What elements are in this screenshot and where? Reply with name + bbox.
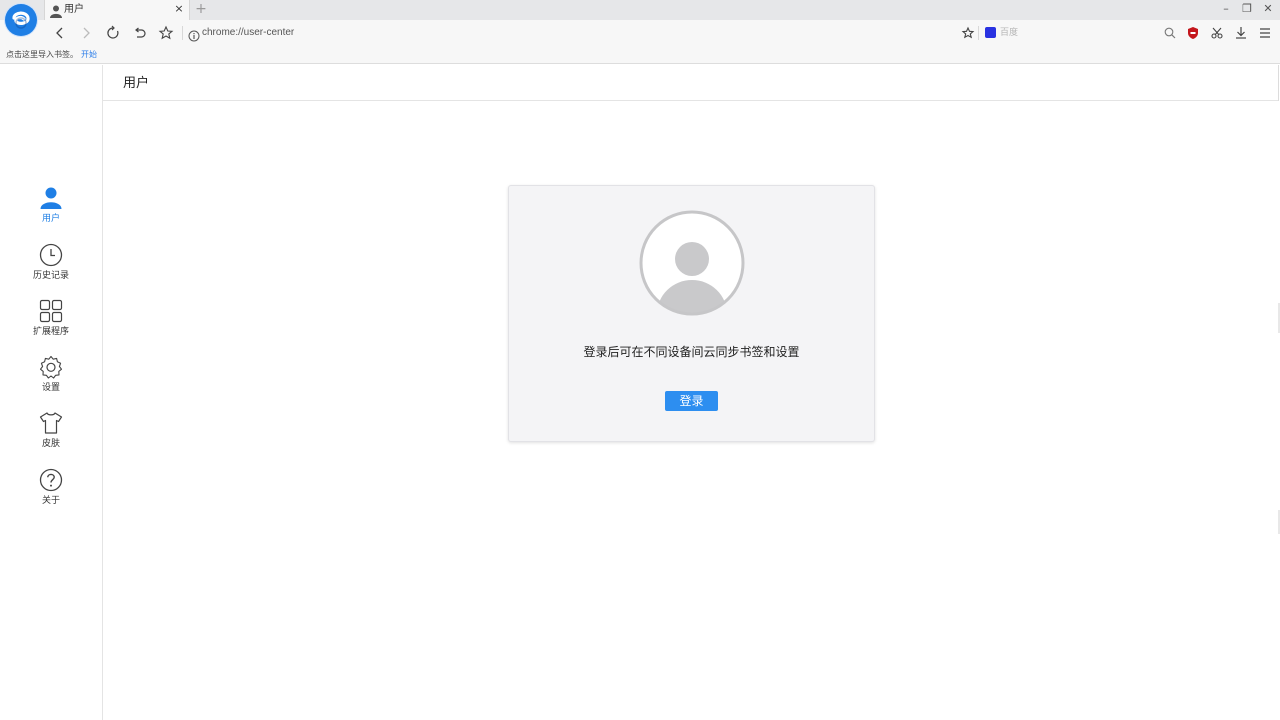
sidebar-item-label: 关于: [41, 496, 60, 506]
star-icon: [961, 26, 975, 39]
search-icon: [1164, 27, 1176, 39]
tab-strip: [0, 0, 1280, 20]
screenshot-button[interactable]: [1208, 24, 1226, 42]
sidebar-item-label: 历史记录: [32, 271, 69, 281]
avatar-placeholder-icon: [639, 210, 745, 316]
question-icon: [39, 468, 63, 492]
minimize-button[interactable]: –: [1218, 2, 1234, 16]
divider: [182, 26, 183, 40]
sidebar: 用户 历史记录 扩展程序 设置 皮肤 关于: [0, 65, 103, 720]
sidebar-item-label: 扩展程序: [32, 327, 69, 337]
grid-icon: [39, 299, 63, 323]
forward-button[interactable]: [77, 24, 95, 42]
sidebar-item-label: 皮肤: [41, 439, 60, 449]
sidebar-item-label: 设置: [41, 383, 60, 393]
search-box: [983, 23, 1177, 43]
sidebar-item-history[interactable]: 历史记录: [22, 243, 80, 291]
sidebar-item-extensions[interactable]: 扩展程序: [22, 299, 80, 347]
baidu-icon[interactable]: [985, 27, 996, 38]
avatar: [639, 210, 745, 316]
restore-button[interactable]: ❐: [1239, 2, 1255, 16]
undo-icon: [135, 27, 146, 38]
favorite-star-button[interactable]: [959, 24, 977, 42]
page-header: 用户: [103, 65, 1279, 101]
sidebar-item-settings[interactable]: 设置: [22, 355, 80, 403]
chevron-right-icon: [83, 27, 90, 39]
bookmark-star-button[interactable]: [157, 24, 175, 42]
sidebar-item-skin[interactable]: 皮肤: [22, 411, 80, 459]
divider: [1278, 65, 1279, 101]
sidebar-item-about[interactable]: 关于: [22, 468, 80, 516]
close-icon[interactable]: ×: [173, 2, 185, 16]
scissors-icon: [1211, 27, 1223, 39]
login-button[interactable]: 登录: [665, 391, 718, 411]
divider: [978, 26, 979, 40]
start-import-link[interactable]: 开始: [81, 46, 97, 64]
window-close-button[interactable]: ✕: [1260, 2, 1276, 16]
user-icon: [39, 186, 63, 210]
tab-user-center[interactable]: 用户 ×: [44, 0, 190, 20]
sidebar-item-user[interactable]: 用户: [22, 186, 80, 234]
reload-icon: [107, 25, 119, 39]
chevron-left-icon: [56, 27, 63, 39]
shirt-icon: [39, 411, 63, 435]
login-prompt-text: 登录后可在不同设备间云同步书签和设置: [583, 345, 800, 359]
bookmark-bar: 点击这里导入书签。 开始: [0, 46, 1280, 64]
shield-icon: [1188, 27, 1198, 39]
adblock-shield-button[interactable]: [1184, 24, 1202, 42]
address-bar[interactable]: chrome://user-center: [186, 23, 976, 43]
page-title: 用户: [123, 76, 150, 91]
login-card: 登录后可在不同设备间云同步书签和设置 登录: [508, 185, 875, 442]
menu-button[interactable]: [1256, 24, 1274, 42]
gear-icon: [39, 355, 63, 379]
undo-close-button[interactable]: [131, 24, 149, 42]
clock-icon: [39, 243, 63, 267]
new-tab-button[interactable]: +: [194, 1, 208, 17]
back-button[interactable]: [51, 24, 69, 42]
import-bookmarks-hint[interactable]: 点击这里导入书签。: [6, 46, 78, 64]
info-icon: [188, 27, 200, 42]
user-icon: [50, 3, 62, 18]
url-text[interactable]: chrome://user-center: [202, 26, 294, 40]
reload-button[interactable]: [104, 24, 122, 42]
hamburger-menu-icon: [1260, 28, 1270, 38]
download-button[interactable]: [1232, 24, 1250, 42]
search-input[interactable]: [1000, 25, 1150, 41]
tab-title: 用户: [64, 4, 84, 15]
toolbar: chrome://user-center: [0, 20, 1280, 46]
star-icon: [158, 25, 174, 40]
search-button[interactable]: [1161, 24, 1179, 42]
browser-logo-icon[interactable]: [5, 4, 37, 36]
sidebar-item-label: 用户: [41, 214, 60, 224]
download-icon: [1236, 27, 1246, 39]
